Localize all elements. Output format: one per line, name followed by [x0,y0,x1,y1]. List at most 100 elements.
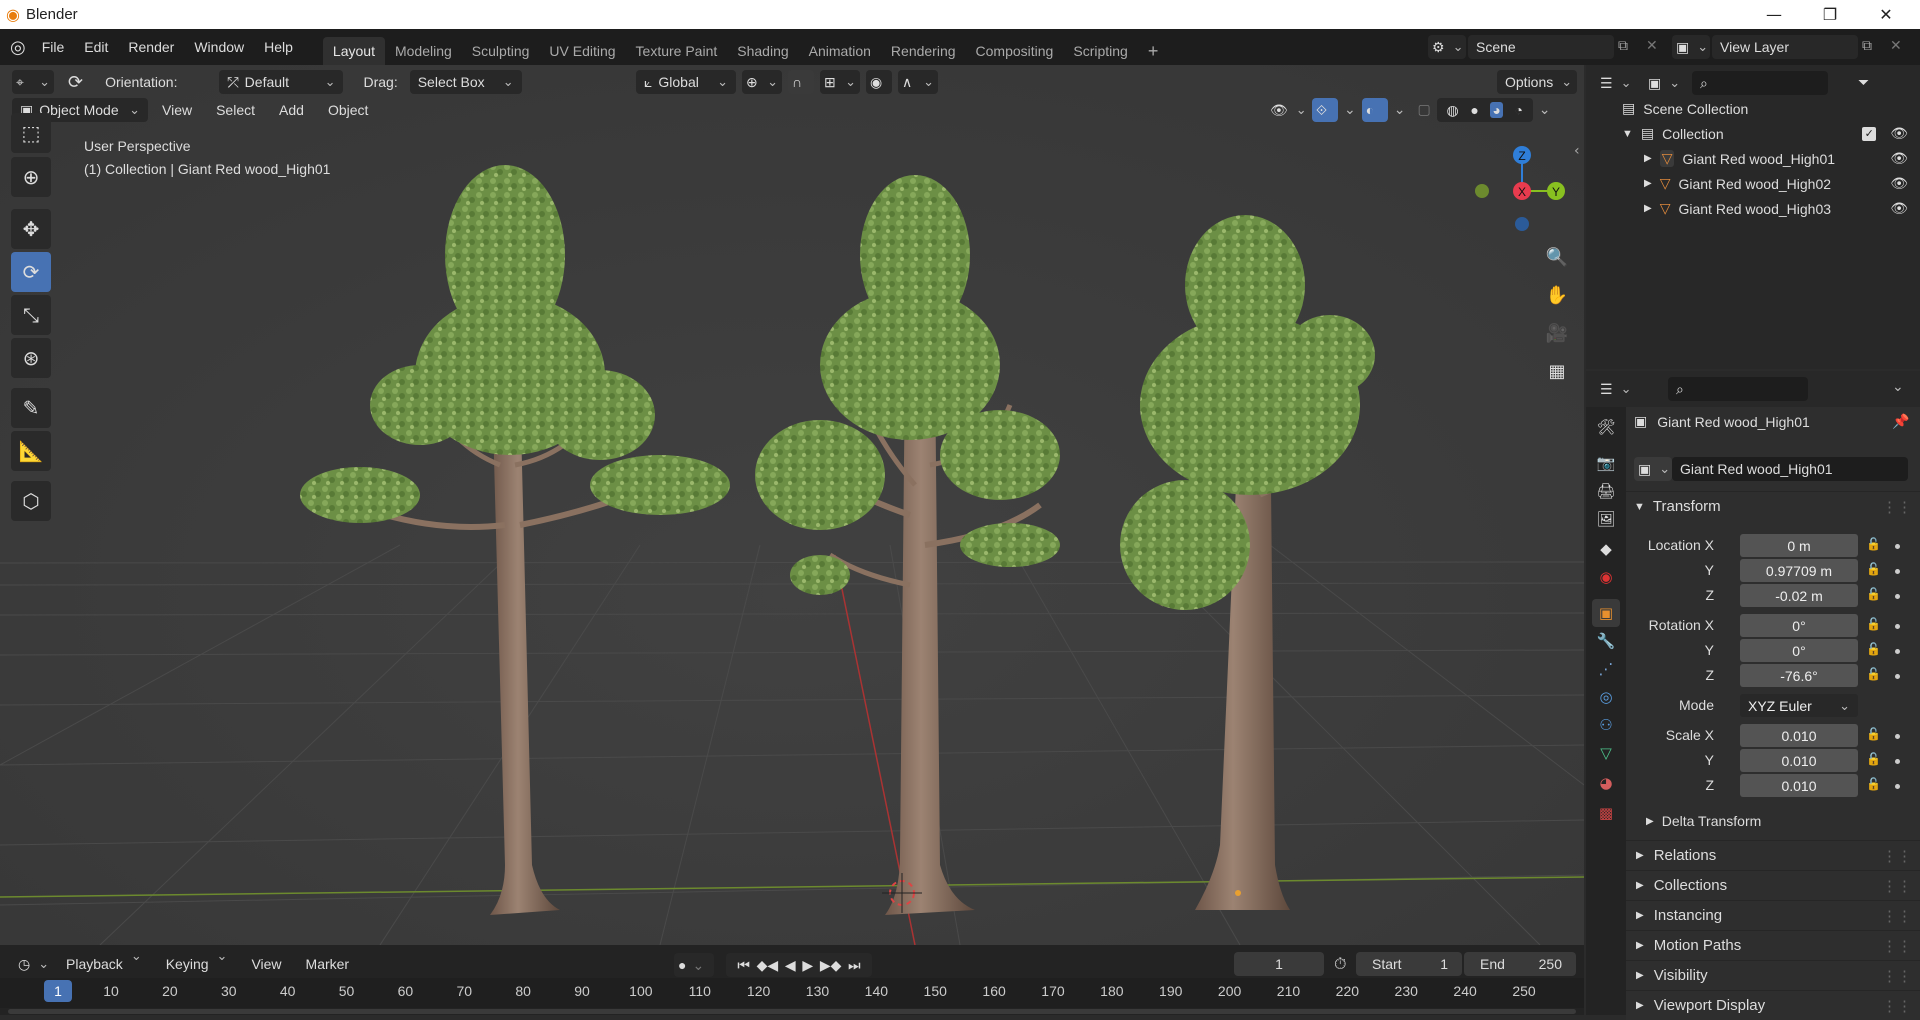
shading-dropdown-icon[interactable]: ⌄ [1539,102,1551,118]
visibility-eye-icon[interactable]: 👁 [1890,200,1908,217]
timeline-scrollbar[interactable] [8,1009,1576,1014]
lock-icon[interactable]: 🔓 [1866,667,1881,681]
lock-icon[interactable]: 🔓 [1866,587,1881,601]
gizmo-neg-y-axis[interactable] [1475,184,1489,198]
new-scene-icon[interactable]: ⧉ [1618,38,1628,54]
keyframe-dot-icon[interactable] [1895,544,1900,549]
drag-handle-icon[interactable]: ⋮⋮ [1882,498,1912,516]
proportional-edit-toggle[interactable]: ◉ [866,70,892,94]
menu-edit[interactable]: Edit [74,34,118,60]
lock-icon[interactable]: 🔓 [1866,777,1881,791]
outliner-scene-collection[interactable]: ▤ Scene Collection [1586,96,1920,121]
measure-tool[interactable]: 📐 [11,431,51,471]
relations-panel-header[interactable]: ▶ Relations ⋮⋮ [1626,840,1920,870]
keyframe-dot-icon[interactable] [1895,569,1900,574]
viewport-display-panel-header[interactable]: ▶ Viewport Display ⋮⋮ [1626,990,1920,1020]
view-layer-tab[interactable]: 🖼 [1592,505,1620,533]
ortho-toggle-button[interactable]: ▦ [1540,354,1574,388]
delete-view-layer-icon[interactable]: ✕ [1890,38,1902,54]
transform-tool[interactable]: ⊛ [11,338,51,378]
view-layer-browse-button[interactable]: ▣ [1672,35,1710,59]
keyframe-dot-icon[interactable] [1895,784,1900,789]
zoom-button[interactable]: 🔍 [1540,240,1574,274]
options-dropdown[interactable]: Options [1497,70,1577,94]
instancing-panel-header[interactable]: ▶ Instancing ⋮⋮ [1626,900,1920,930]
select-box-tool[interactable]: ⬚ [11,113,51,153]
lock-icon[interactable]: 🔓 [1866,727,1881,741]
gizmo-toggle[interactable]: ⟐ [1312,98,1338,122]
drag-handle-icon[interactable]: ⋮⋮ [1882,847,1912,865]
motion-paths-panel-header[interactable]: ▶ Motion Paths ⋮⋮ [1626,930,1920,960]
menu-file[interactable]: File [32,34,75,60]
delete-scene-icon[interactable]: ✕ [1646,38,1658,54]
location-y-field[interactable]: 0.97709 m [1740,559,1858,582]
output-tab[interactable]: 🖨 [1592,477,1620,505]
stopwatch-icon[interactable]: ⏱ [1334,954,1346,974]
timeline-editor-type-button[interactable]: ◷ [14,952,52,976]
tab-animation[interactable]: Animation [799,37,881,65]
display-mode-button[interactable]: ▣ [1644,71,1682,95]
editor-type-button[interactable]: ⌖ [12,70,54,94]
gizmo-neg-z-axis[interactable] [1515,217,1529,231]
tab-layout[interactable]: Layout [322,37,385,65]
maximize-button[interactable]: ❐ [1802,0,1858,29]
rotation-mode-dropdown[interactable]: XYZ Euler [1740,694,1858,717]
properties-search-input[interactable]: ⌕ [1668,377,1808,401]
object-name-field[interactable]: Giant Red wood_High01 [1672,457,1908,481]
visibility-eye-icon[interactable]: 👁 [1890,150,1908,167]
gizmo-dropdown-icon[interactable]: ⌄ [1344,102,1356,118]
filter-icon[interactable]: ⏷ [1858,75,1869,91]
cursor-tool[interactable]: ⊕ [11,157,51,197]
keyframe-dot-icon[interactable] [1895,594,1900,599]
prev-keyframe-icon[interactable]: ◆◀ [757,957,779,974]
falloff-dropdown[interactable]: ∧ [898,70,938,94]
drag-dropdown[interactable]: Select Box [409,70,522,94]
menu-marker[interactable]: Marker [296,951,360,977]
properties-options-icon[interactable]: ⌄ [1892,379,1904,395]
camera-view-button[interactable]: 🎥 [1540,316,1574,350]
active-tool-icon[interactable]: ⟳ [68,72,83,93]
visibility-dropdown[interactable]: 👁 [1266,98,1306,122]
3d-viewport[interactable]: ⌖ ⟳ Orientation: ⤱ Default Drag: Select B… [0,65,1584,945]
menu-add[interactable]: Add [269,97,314,123]
menu-select[interactable]: Select [206,97,265,123]
rotation-z-field[interactable]: -76.6° [1740,664,1858,687]
current-frame-field[interactable]: 1 [1234,952,1324,976]
menu-render[interactable]: Render [118,34,184,60]
drag-handle-icon[interactable]: ⋮⋮ [1882,997,1912,1015]
keyframe-dot-icon[interactable] [1895,649,1900,654]
pin-icon[interactable]: 📌 [1892,414,1909,430]
object-browse-button[interactable]: ▣ [1634,457,1672,481]
properties-editor-type-button[interactable]: ☰ [1596,377,1634,401]
tool-tab[interactable]: 🛠 [1592,413,1620,441]
jump-end-icon[interactable]: ⏭ [848,957,861,974]
scene-browse-button[interactable]: ⚙ [1428,35,1466,59]
outliner-object-row[interactable]: ▶ ▽ Giant Red wood_High03 👁 [1586,196,1920,221]
transform-orientation-dropdown[interactable]: ⟀ Global [636,70,736,94]
visibility-eye-icon[interactable]: 👁 [1890,125,1908,142]
lock-icon[interactable]: 🔓 [1866,537,1881,551]
end-frame-field[interactable]: End 250 [1464,952,1576,976]
new-view-layer-icon[interactable]: ⧉ [1862,38,1872,54]
close-button[interactable]: ✕ [1858,0,1914,29]
move-tool[interactable]: ✥ [11,209,51,249]
lock-icon[interactable]: 🔓 [1866,642,1881,656]
snap-toggle[interactable]: ∩ [788,70,814,94]
tab-rendering[interactable]: Rendering [881,37,966,65]
overlay-dropdown-icon[interactable]: ⌄ [1394,102,1406,118]
tab-sculpting[interactable]: Sculpting [462,37,540,65]
tab-scripting[interactable]: Scripting [1063,37,1137,65]
lock-icon[interactable]: 🔓 [1866,617,1881,631]
menu-view[interactable]: View [152,97,202,123]
exclude-checkbox[interactable]: ✓ [1862,126,1877,141]
xray-icon[interactable]: ▢ [1417,102,1430,118]
lock-icon[interactable]: 🔓 [1866,752,1881,766]
delta-transform-header[interactable]: ▶ Delta Transform [1646,813,1761,829]
solid-shading-icon[interactable]: ● [1470,102,1478,118]
outliner-collection[interactable]: ▼ ▤ Collection ✓ 👁 [1586,121,1920,146]
drag-handle-icon[interactable]: ⋮⋮ [1882,907,1912,925]
visibility-panel-header[interactable]: ▶ Visibility ⋮⋮ [1626,960,1920,990]
location-x-field[interactable]: 0 m [1740,534,1858,557]
keyframe-dot-icon[interactable] [1895,674,1900,679]
location-z-field[interactable]: -0.02 m [1740,584,1858,607]
